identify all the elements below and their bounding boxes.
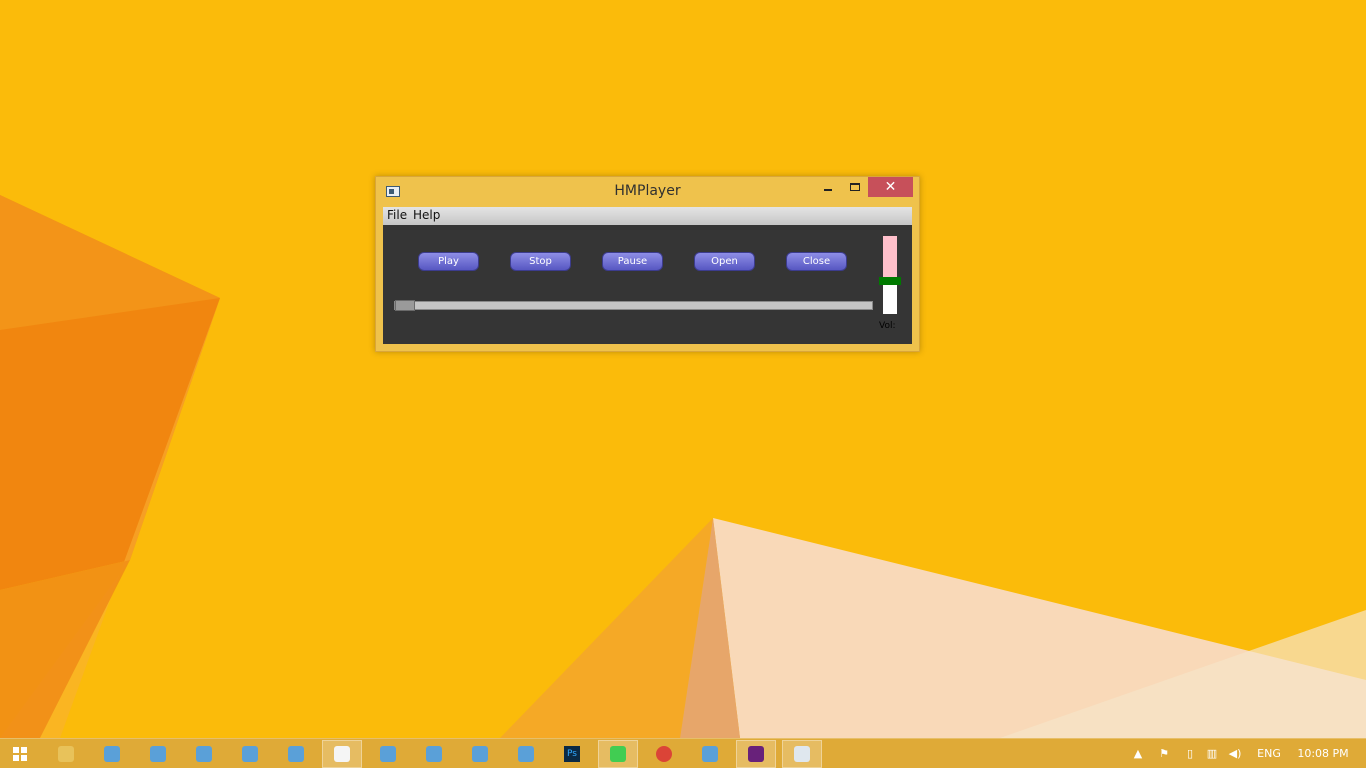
taskbar-button[interactable] <box>598 740 638 768</box>
file-explorer-icon <box>58 746 74 762</box>
network-icon[interactable]: ▥ <box>1203 745 1221 763</box>
taskbar-button[interactable] <box>736 740 776 768</box>
play-button[interactable]: Play <box>418 252 479 271</box>
volume-fill <box>883 236 897 282</box>
maximize-button[interactable] <box>842 177 868 197</box>
notepad-icon <box>334 746 350 762</box>
start-icon <box>13 747 27 761</box>
app-icon <box>472 746 488 762</box>
taskbar-button[interactable] <box>460 740 500 768</box>
app-icon <box>702 746 718 762</box>
app-icon <box>426 746 442 762</box>
taskbar-button[interactable] <box>644 740 684 768</box>
taskbar-button[interactable] <box>414 740 454 768</box>
open-button[interactable]: Open <box>694 252 755 271</box>
app-icon <box>288 746 304 762</box>
app-icon <box>196 746 212 762</box>
app-icon <box>150 746 166 762</box>
taskbar-button[interactable] <box>138 740 178 768</box>
taskbar-button[interactable] <box>276 740 316 768</box>
wallpaper-art <box>0 195 1366 738</box>
volume-slider[interactable] <box>879 236 901 314</box>
clock[interactable]: 10:08 PM <box>1294 745 1352 763</box>
taskbar-button[interactable] <box>230 740 270 768</box>
menu-help[interactable]: Help <box>413 208 440 222</box>
photoshop-icon: Ps <box>564 746 580 762</box>
taskbar-button[interactable] <box>690 740 730 768</box>
player-panel: Play Stop Pause Open Close Vol: <box>383 225 912 344</box>
app-icon <box>518 746 534 762</box>
visual-studio-icon <box>748 746 764 762</box>
taskbar-button[interactable] <box>92 740 132 768</box>
app-icon <box>242 746 258 762</box>
app-icon <box>104 746 120 762</box>
battery-icon[interactable]: ▯ <box>1181 745 1199 763</box>
maximize-icon <box>850 183 860 191</box>
close-icon: ✕ <box>884 179 897 195</box>
taskbar-button[interactable] <box>184 740 224 768</box>
hmplayer-window: HMPlayer ✕ File Help Play Stop Pause Ope… <box>375 176 920 352</box>
taskbar-button[interactable] <box>322 740 362 768</box>
show-hidden-icons-chevron-icon[interactable]: ▲ <box>1131 745 1145 763</box>
minimize-button[interactable] <box>815 177 841 197</box>
menu-file[interactable]: File <box>387 208 407 222</box>
taskbar-button[interactable] <box>506 740 546 768</box>
volume-label: Vol: <box>879 321 896 331</box>
stop-button[interactable]: Stop <box>510 252 571 271</box>
action-center-flag-icon[interactable]: ⚑ <box>1155 745 1173 763</box>
desktop-wallpaper <box>0 0 1366 768</box>
taskbar-button[interactable] <box>368 740 408 768</box>
minimize-icon <box>824 189 832 191</box>
taskbar-button[interactable]: Ps <box>552 740 592 768</box>
app-icon <box>380 746 396 762</box>
pause-button[interactable]: Pause <box>602 252 663 271</box>
taskbar-button[interactable] <box>46 740 86 768</box>
menu-bar: File Help <box>383 207 912 225</box>
close-button[interactable]: Close <box>786 252 847 271</box>
taskbar-button[interactable] <box>782 740 822 768</box>
close-window-button[interactable]: ✕ <box>868 177 913 197</box>
volume-tray-icon[interactable]: ◀) <box>1226 745 1244 763</box>
qt-creator-icon <box>610 746 626 762</box>
taskbar: ▲ ⚑ ▯ ▥ ◀) ENG 10:08 PM Ps <box>0 738 1366 768</box>
seek-handle[interactable] <box>395 300 415 311</box>
volume-handle[interactable] <box>879 277 901 286</box>
taskbar-button[interactable] <box>0 740 40 768</box>
chrome-icon <box>656 746 672 762</box>
title-bar[interactable]: HMPlayer ✕ <box>376 177 919 207</box>
language-indicator[interactable]: ENG <box>1252 745 1286 763</box>
seek-slider[interactable] <box>394 300 873 311</box>
hmplayer-icon <box>794 746 810 762</box>
